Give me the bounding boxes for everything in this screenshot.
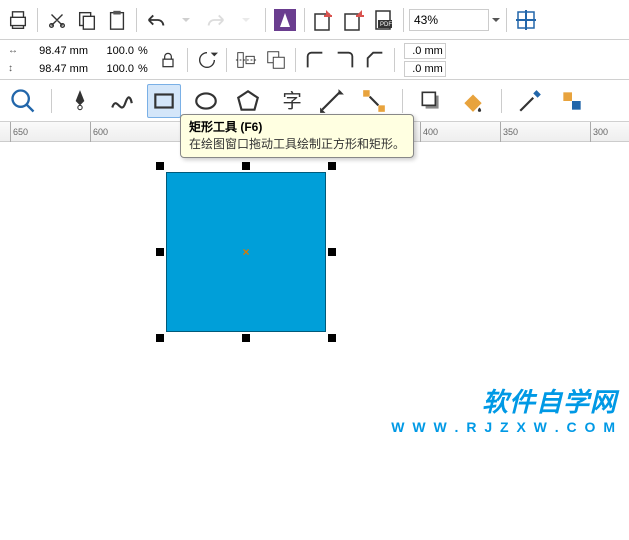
- percent-label: %: [138, 63, 148, 75]
- watermark-url: W W W . R J Z X W . C O M: [391, 419, 617, 435]
- outline-block: [400, 43, 450, 77]
- order-button[interactable]: [262, 46, 290, 74]
- scale-block: 100.0 % 100.0 %: [94, 43, 152, 77]
- dimensions-block: ↔ 98.47 mm ↕ 98.47 mm: [4, 43, 92, 77]
- undo-button[interactable]: [142, 6, 170, 34]
- text-tool[interactable]: 字: [273, 84, 307, 118]
- divider: [506, 8, 507, 32]
- zoom-level-input[interactable]: [409, 9, 489, 31]
- cut-button[interactable]: [43, 6, 71, 34]
- outline-width-1[interactable]: [404, 43, 446, 59]
- width-value[interactable]: 98.47 mm: [26, 45, 88, 57]
- divider: [402, 89, 403, 113]
- divider: [51, 89, 52, 113]
- svg-text:字: 字: [282, 90, 302, 112]
- divider: [295, 48, 296, 72]
- lock-ratio-button[interactable]: [154, 46, 182, 74]
- export-button[interactable]: [340, 6, 368, 34]
- eyedropper-tool[interactable]: [513, 84, 547, 118]
- main-toolbar: PDF: [0, 0, 629, 40]
- divider: [187, 48, 188, 72]
- print-button[interactable]: [4, 6, 32, 34]
- interactive-fill-tool[interactable]: [555, 84, 589, 118]
- selection-handle-tr[interactable]: [328, 162, 336, 170]
- undo-dropdown[interactable]: [172, 6, 200, 34]
- scale-y-value[interactable]: 100.0: [98, 63, 134, 75]
- publish-pdf-button[interactable]: PDF: [370, 6, 398, 34]
- drop-shadow-tool[interactable]: [414, 84, 448, 118]
- tooltip-description: 在绘图窗口拖动工具绘制正方形和矩形。: [189, 136, 405, 153]
- selection-handle-ml[interactable]: [156, 248, 164, 256]
- property-bar: ↔ 98.47 mm ↕ 98.47 mm 100.0 % 100.0 %: [0, 40, 629, 80]
- ruler-tick: 600: [90, 122, 108, 142]
- ruler-tick: 300: [590, 122, 608, 142]
- polygon-tool[interactable]: [231, 84, 265, 118]
- corner-chamfer-button[interactable]: [361, 46, 389, 74]
- canvas[interactable]: 矩形工具 (F6) 在绘图窗口拖动工具绘制正方形和矩形。 × 软件自学网 W W…: [0, 142, 629, 540]
- watermark: 软件自学网 W W W . R J Z X W . C O M: [391, 382, 617, 435]
- align-distribute-button[interactable]: [232, 46, 260, 74]
- divider: [226, 48, 227, 72]
- selection-center-mark[interactable]: ×: [242, 248, 250, 256]
- scale-x-value[interactable]: 100.0: [98, 45, 134, 57]
- percent-label: %: [138, 45, 148, 57]
- fullscreen-button[interactable]: [512, 6, 540, 34]
- ruler-tick: 650: [10, 122, 28, 142]
- zoom-tool[interactable]: [6, 84, 40, 118]
- divider: [304, 8, 305, 32]
- import-button[interactable]: [310, 6, 338, 34]
- selection-handle-tm[interactable]: [242, 162, 250, 170]
- fill-tool[interactable]: [456, 84, 490, 118]
- divider: [501, 89, 502, 113]
- selection-handle-bm[interactable]: [242, 334, 250, 342]
- selection-handle-tl[interactable]: [156, 162, 164, 170]
- app-launcher-button[interactable]: [271, 6, 299, 34]
- corner-tl-button[interactable]: [301, 46, 329, 74]
- selection-handle-mr[interactable]: [328, 248, 336, 256]
- divider: [403, 8, 404, 32]
- tooltip-title: 矩形工具 (F6): [189, 119, 405, 136]
- redo-button: [202, 6, 230, 34]
- svg-text:PDF: PDF: [380, 22, 392, 28]
- selection-handle-br[interactable]: [328, 334, 336, 342]
- height-icon: ↕: [8, 63, 22, 74]
- dimension-tool[interactable]: [315, 84, 349, 118]
- ruler-tick: 350: [500, 122, 518, 142]
- freehand-tool[interactable]: [105, 84, 139, 118]
- zoom-dropdown-icon[interactable]: [491, 15, 501, 25]
- copy-button[interactable]: [73, 6, 101, 34]
- tooltip: 矩形工具 (F6) 在绘图窗口拖动工具绘制正方形和矩形。: [180, 114, 414, 158]
- ruler-tick: 400: [420, 122, 438, 142]
- redo-dropdown: [232, 6, 260, 34]
- divider: [394, 48, 395, 72]
- width-icon: ↔: [8, 45, 22, 56]
- paste-button[interactable]: [103, 6, 131, 34]
- rotate-button[interactable]: [193, 46, 221, 74]
- ellipse-tool[interactable]: [189, 84, 223, 118]
- divider: [265, 8, 266, 32]
- divider: [37, 8, 38, 32]
- pen-tool[interactable]: [63, 84, 97, 118]
- height-value[interactable]: 98.47 mm: [26, 63, 88, 75]
- corner-tr-button[interactable]: [331, 46, 359, 74]
- watermark-text-cn: 软件自学网: [391, 382, 617, 419]
- divider: [136, 8, 137, 32]
- connector-tool[interactable]: [357, 84, 391, 118]
- selection-handle-bl[interactable]: [156, 334, 164, 342]
- outline-width-2[interactable]: [404, 61, 446, 77]
- rectangle-tool[interactable]: [147, 84, 181, 118]
